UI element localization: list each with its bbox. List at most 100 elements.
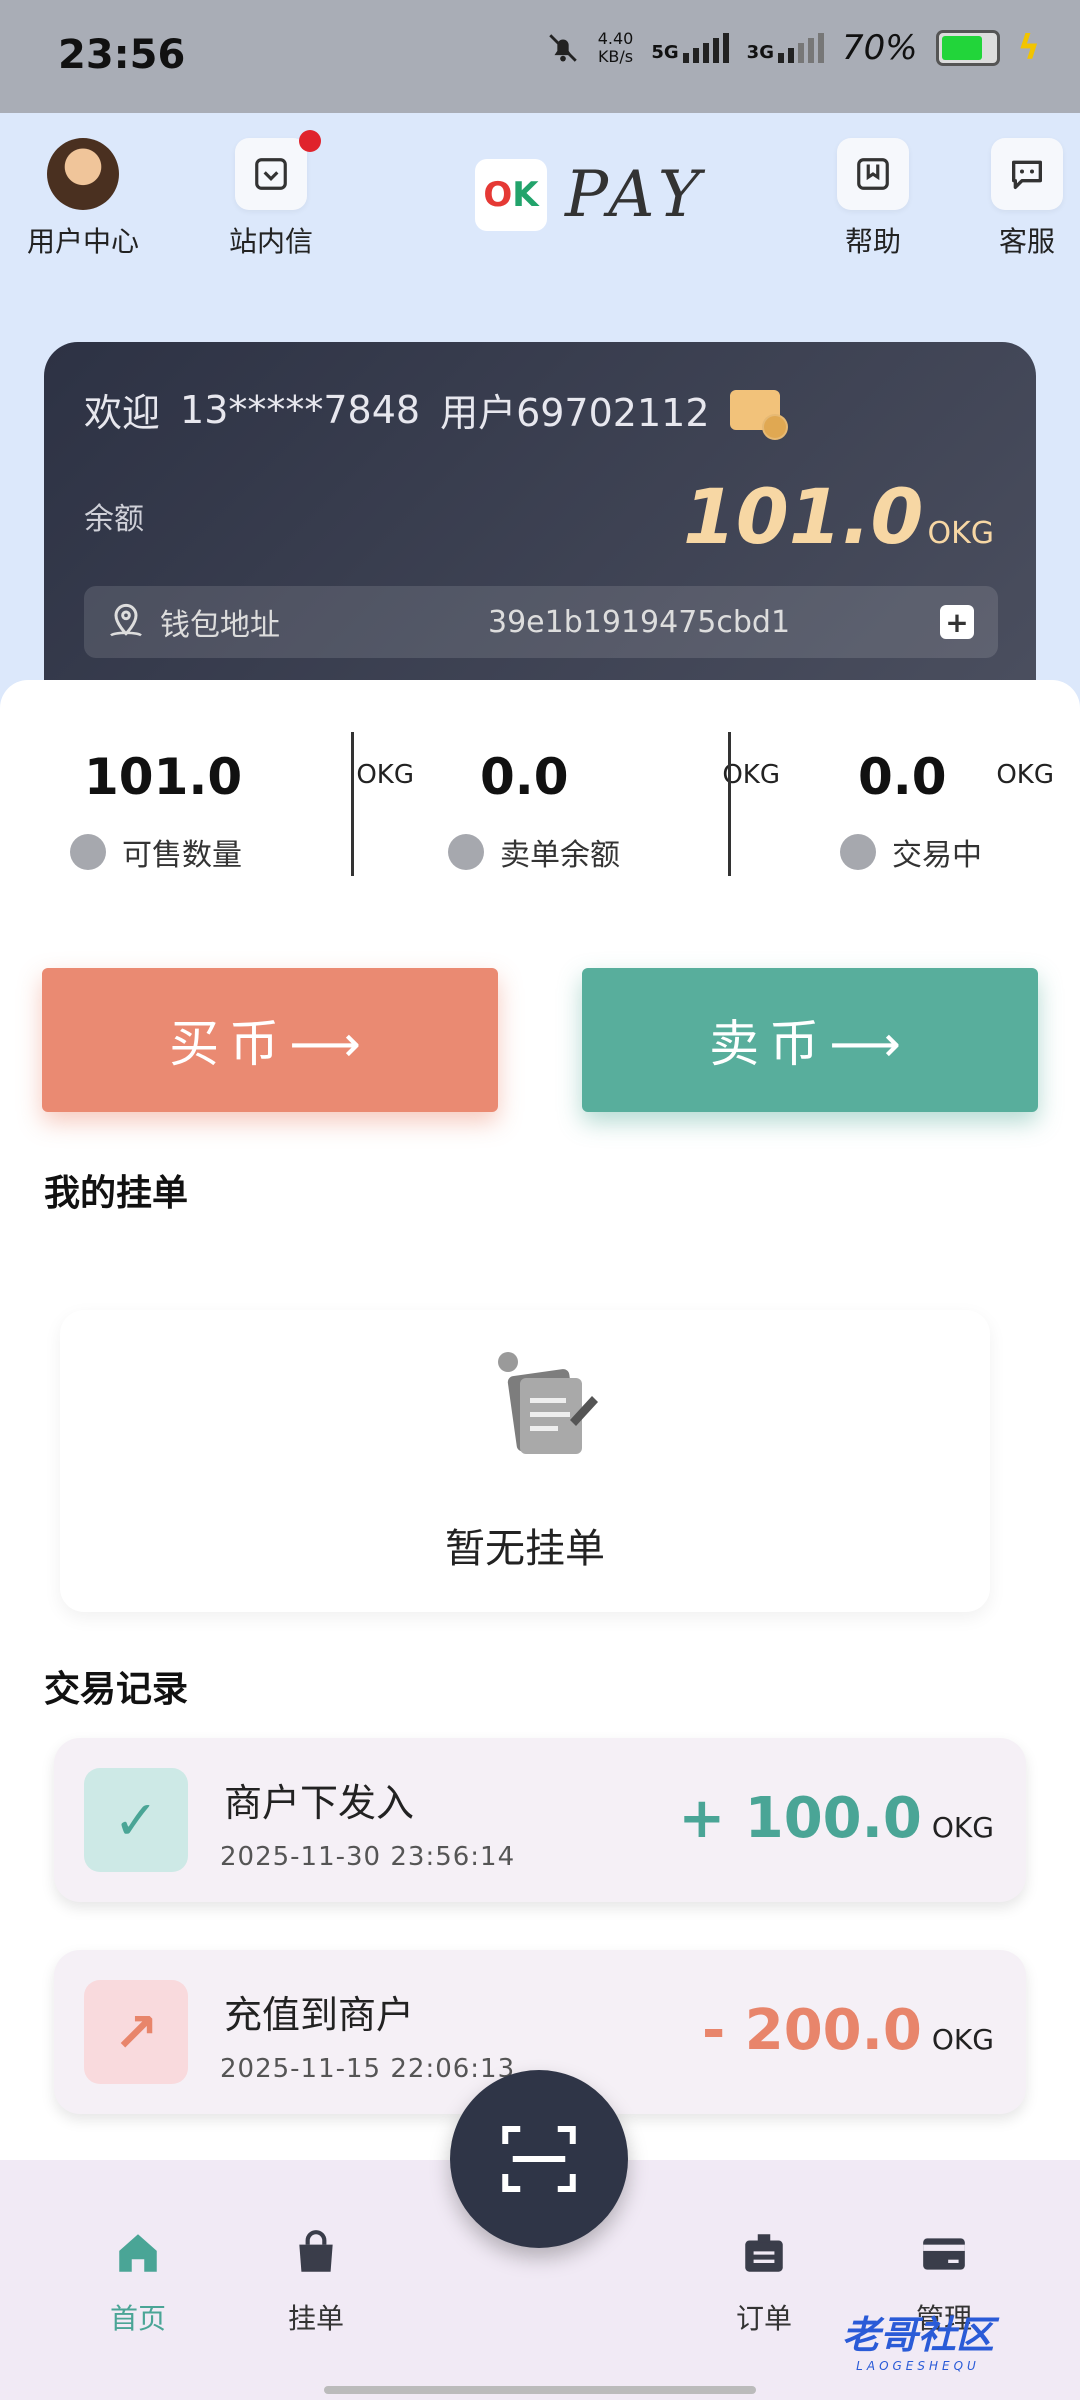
brand-name: PAY — [565, 158, 707, 232]
location-pin-icon — [110, 603, 142, 637]
sellable-icon — [70, 834, 106, 870]
net-speed-unit: KB/s — [597, 47, 634, 66]
nav-home[interactable]: 首页 — [68, 2228, 208, 2337]
stat-trading: 0.0 OKG 交易中 — [840, 748, 1054, 878]
signal-bars-icon — [682, 33, 729, 63]
charging-icon: ϟ — [1017, 28, 1040, 68]
record-amount: - 200.0 OKG — [702, 1998, 994, 2063]
messages-label: 站内信 — [228, 225, 313, 258]
shopping-bag-icon — [299, 2230, 333, 2272]
status-bar: 23:56 4.40 KB/s 5G 3G 70% ϟ — [0, 0, 1080, 113]
service-icon-box — [991, 138, 1063, 210]
user-center-button[interactable]: 用户中心 — [18, 138, 148, 260]
record-item[interactable]: ✓ 商户下发入 2025-11-30 23:56:14 + 100.0 OKG — [54, 1738, 1026, 1902]
net-speed: 4.40 KB/s — [598, 30, 634, 66]
sim1-label: 5G — [651, 42, 679, 63]
unread-badge — [299, 130, 321, 152]
wallet-label: 钱包地址 — [160, 608, 280, 643]
verified-id-icon[interactable] — [729, 389, 788, 440]
bookmark-icon — [857, 158, 889, 190]
help-icon-box — [837, 138, 909, 210]
brand-logo: OK PAY — [475, 158, 706, 232]
user-center-label: 用户中心 — [26, 225, 139, 258]
status-icons: 4.40 KB/s 5G 3G 70% ϟ — [546, 28, 1040, 68]
avatar — [47, 138, 119, 210]
balance-label: 余额 — [84, 502, 144, 537]
messages-button[interactable]: 站内信 — [206, 130, 336, 260]
stat-value: 0.0 — [858, 748, 947, 806]
card-icon — [923, 2238, 965, 2270]
copy-icon[interactable]: + — [940, 605, 974, 639]
chat-bubble-icon — [1012, 160, 1042, 189]
sell-balance-icon — [448, 834, 484, 870]
record-amount-value: + 100.0 — [678, 1786, 922, 1851]
nav-listing-label: 挂单 — [287, 2302, 344, 2335]
watermark: 老哥社区 LAOGESHEQU — [842, 2304, 994, 2373]
welcome-line: 欢迎 13*****7848 用户69702112 — [84, 382, 788, 440]
help-button[interactable]: 帮助 — [808, 138, 938, 260]
home-indicator[interactable] — [324, 2386, 756, 2394]
help-label: 帮助 — [844, 225, 901, 258]
stat-label: 交易中 — [892, 838, 982, 873]
empty-orders-text: 暂无挂单 — [445, 1526, 605, 1572]
record-amount-value: - 200.0 — [702, 1998, 922, 2063]
balance-amount: 101.0 OKG — [683, 472, 994, 561]
stat-unit: OKG — [356, 760, 414, 790]
signal-5g: 5G — [651, 33, 729, 63]
service-button[interactable]: 客服 — [962, 138, 1080, 260]
status-time: 23:56 — [58, 32, 186, 78]
record-amount-unit: OKG — [931, 1811, 994, 1844]
divider — [728, 732, 731, 876]
user-id: 用户69702112 — [440, 391, 710, 435]
mail-icon-box — [235, 130, 321, 210]
nav-home-label: 首页 — [109, 2302, 166, 2335]
nav-orders-label: 订单 — [735, 2302, 792, 2335]
ok-logo-icon: OK — [475, 159, 547, 231]
mute-bell-icon — [548, 34, 577, 62]
my-orders-title: 我的挂单 — [44, 1173, 189, 1214]
nav-orders[interactable]: 订单 — [694, 2228, 834, 2337]
watermark-sub: LAOGESHEQU — [856, 2359, 980, 2373]
record-amount-unit: OKG — [931, 2023, 994, 2056]
sim2-label: 3G — [746, 42, 774, 63]
trading-icon — [840, 834, 876, 870]
arrow-up-right-icon: ↗ — [84, 1980, 188, 2084]
nav-listing[interactable]: 挂单 — [246, 2228, 386, 2337]
stat-label-row: 可售数量 — [70, 830, 242, 874]
balance-unit: OKG — [927, 516, 994, 551]
empty-document-icon — [498, 1352, 598, 1454]
divider — [351, 732, 354, 876]
stat-label-row: 卖单余额 — [448, 830, 620, 874]
wallet-address: 39e1b1919475cbd1 — [488, 604, 791, 640]
records-title: 交易记录 — [44, 1669, 189, 1710]
scan-button[interactable] — [450, 2070, 628, 2248]
phone-number: 13*****7848 — [180, 387, 421, 432]
home-icon — [119, 2234, 157, 2272]
inbox-icon — [255, 158, 287, 190]
empty-orders-box: 暂无挂单 — [60, 1310, 990, 1612]
buy-coin-button[interactable]: 买币⟶ — [42, 968, 498, 1112]
record-date: 2025-11-15 22:06:13 — [220, 2054, 516, 2084]
record-date: 2025-11-30 23:56:14 — [220, 1842, 516, 1872]
net-speed-value: 4.40 — [597, 29, 634, 48]
stat-sell-balance: 0.0 OKG 卖单余额 — [448, 748, 780, 878]
scan-icon — [502, 2126, 576, 2192]
record-title: 充值到商户 — [224, 1993, 415, 2037]
stat-label: 卖单余额 — [500, 838, 620, 873]
service-label: 客服 — [998, 225, 1055, 258]
stat-label-row: 交易中 — [840, 830, 982, 874]
record-amount: + 100.0 OKG — [678, 1786, 994, 1851]
stat-value: 0.0 — [480, 748, 569, 806]
watermark-text: 老哥社区 — [842, 2313, 995, 2357]
welcome-label: 欢迎 — [84, 391, 161, 435]
check-icon: ✓ — [84, 1768, 188, 1872]
battery-icon — [935, 30, 1000, 66]
balance-card: 欢迎 13*****7848 用户69702112 余额 101.0 OKG 钱… — [44, 342, 1036, 722]
stat-value: 101.0 — [84, 748, 243, 806]
signal-3g: 3G — [747, 33, 824, 63]
balance-value: 101.0 — [683, 472, 924, 561]
sell-coin-button[interactable]: 卖币⟶ — [582, 968, 1038, 1112]
record-title: 商户下发入 — [224, 1781, 415, 1825]
stat-sellable: 101.0 OKG 可售数量 — [70, 748, 414, 878]
signal-bars-weak-icon — [777, 33, 824, 63]
